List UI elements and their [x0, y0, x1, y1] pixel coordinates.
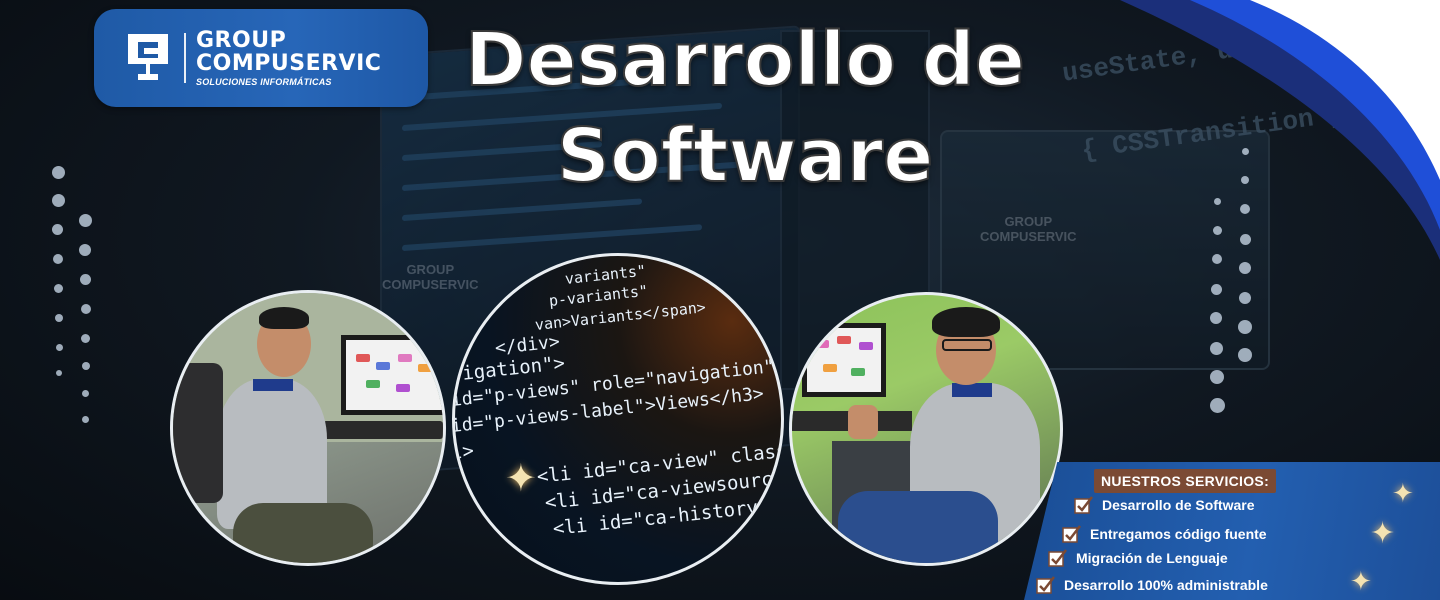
- sparkle-icon: ✦: [1392, 478, 1414, 508]
- service-item: Entregamos código fuente: [1062, 525, 1267, 543]
- watermark-left: GROUP COMPUSERVIC: [382, 262, 479, 292]
- brand-tagline: SOLUCIONES INFORMÁTICAS: [196, 77, 332, 87]
- code-image-circle: variants" p-variants" van>Variants</span…: [452, 253, 784, 585]
- sparkle-icon: ✦: [1350, 566, 1372, 596]
- watermark-line2: COMPUSERVIC: [382, 277, 479, 292]
- checkbox-check-icon: [1048, 549, 1067, 567]
- services-title: NUESTROS SERVICIOS:: [1094, 469, 1277, 493]
- page-title: Desarrollo de Software: [400, 12, 1090, 204]
- brand-line1: GROUP: [196, 28, 287, 53]
- monitor-image: [341, 335, 443, 415]
- title-line1: Desarrollo de: [464, 16, 1026, 104]
- brand-logo[interactable]: GROUP COMPUSERVIC SOLUCIONES INFORMÁTICA…: [94, 9, 428, 107]
- service-item-label: Migración de Lenguaje: [1076, 550, 1228, 566]
- sparkle-icon: ✦: [505, 458, 537, 500]
- code-line: l>: [452, 439, 475, 464]
- checkbox-check-icon: [1074, 496, 1093, 514]
- brand-line2: COMPUSERVIC: [196, 51, 382, 76]
- watermark-line1: GROUP: [406, 262, 455, 277]
- checkbox-check-icon: [1036, 576, 1055, 594]
- checkbox-check-icon: [1062, 525, 1081, 543]
- logo-separator: [184, 33, 186, 83]
- photo-developer-right: [789, 292, 1063, 566]
- sparkle-icon: ✦: [1370, 517, 1396, 550]
- photo-developer-left: [170, 290, 446, 566]
- title-line2: Software: [556, 112, 935, 200]
- service-item-label: Entregamos código fuente: [1090, 526, 1267, 542]
- service-item-label: Desarrollo 100% administrable: [1064, 577, 1268, 593]
- service-item-label: Desarrollo de Software: [1102, 497, 1255, 513]
- service-item: Desarrollo 100% administrable: [1036, 576, 1268, 594]
- service-item: Migración de Lenguaje: [1048, 549, 1228, 567]
- monitor-image: [802, 323, 886, 397]
- monitor-logo-icon: [128, 34, 168, 80]
- service-item: Desarrollo de Software: [1074, 496, 1255, 514]
- brand-name: GROUP COMPUSERVIC SOLUCIONES INFORMÁTICA…: [196, 29, 381, 87]
